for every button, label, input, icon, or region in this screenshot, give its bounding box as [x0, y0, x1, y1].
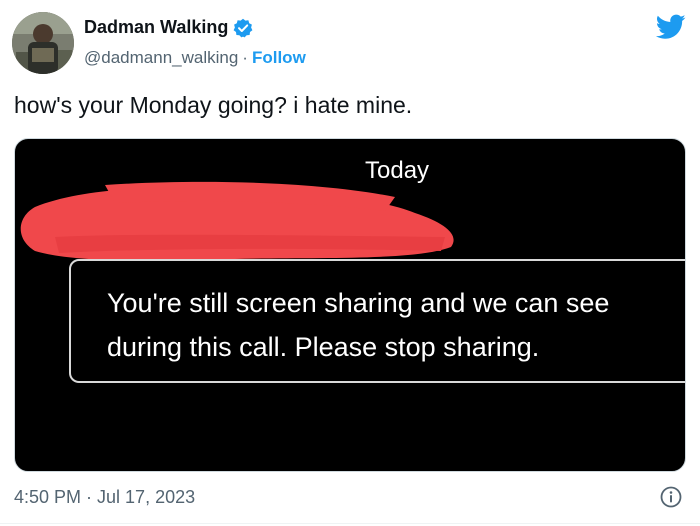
- notice-line-2: during this call. Please stop sharing.: [107, 332, 540, 362]
- notice-line-1: You're still screen sharing and we can s…: [107, 288, 610, 318]
- twitter-bird-icon[interactable]: [655, 14, 686, 40]
- divider: [0, 523, 700, 524]
- notice-text: You're still screen sharing and we can s…: [107, 281, 685, 369]
- author-avatar[interactable]: [12, 12, 74, 74]
- screen-sharing-notice: You're still screen sharing and we can s…: [69, 259, 685, 383]
- tweet-media-image[interactable]: Today You're still screen sharing and we…: [14, 138, 686, 472]
- tweet-timestamp[interactable]: 4:50 PM · Jul 17, 2023: [14, 487, 195, 508]
- author-display-name[interactable]: Dadman Walking: [84, 17, 228, 38]
- author-name-row: Dadman Walking: [84, 17, 253, 38]
- author-handle-row: @dadmann_walking · Follow: [84, 48, 306, 68]
- avatar-photo: [12, 12, 74, 74]
- info-icon[interactable]: [660, 486, 682, 508]
- separator-dot: ·: [242, 48, 248, 67]
- follow-button[interactable]: Follow: [252, 48, 306, 68]
- red-redaction-scribble: [20, 181, 454, 261]
- verified-badge-icon: [233, 18, 253, 38]
- author-handle[interactable]: @dadmann_walking: [84, 48, 238, 68]
- tweet-text: how's your Monday going? i hate mine.: [14, 92, 413, 118]
